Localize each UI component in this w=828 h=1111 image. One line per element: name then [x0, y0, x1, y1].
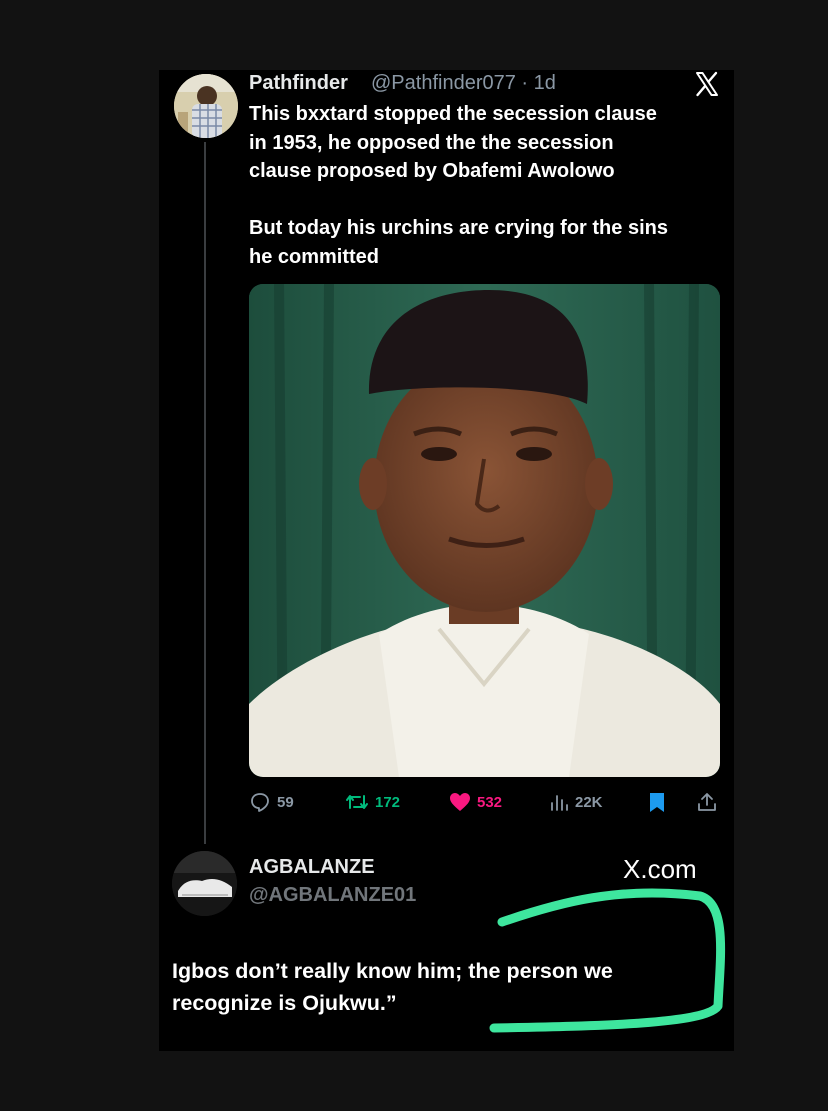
tweet-text-line: in 1953, he opposed the the secession — [249, 131, 614, 154]
reply-text: Igbos don’t really know him; the person … — [172, 955, 613, 1019]
author-handle-time[interactable]: @Pathfinder077 · 1d — [371, 72, 556, 95]
views-count: 22K — [575, 793, 603, 811]
share-button[interactable] — [696, 790, 718, 814]
tweet-text-line: clause proposed by Obafemi Awolowo — [249, 160, 615, 182]
reply-text-line: Igbos don’t really know him; the person … — [172, 959, 613, 983]
reply-button[interactable]: 59 — [249, 790, 294, 814]
views-icon — [551, 795, 568, 811]
repost-button[interactable]: 172 — [345, 790, 400, 814]
source-watermark: X.com — [623, 854, 697, 884]
author-name[interactable]: Pathfinder — [249, 72, 348, 95]
reply-count: 59 — [277, 793, 294, 811]
tweet-text-line: But today his urchins are crying for the… — [249, 217, 668, 239]
bookmark-button[interactable] — [648, 790, 666, 814]
reply-icon — [251, 793, 269, 812]
x-logo-icon — [696, 71, 718, 97]
reply-author-handle[interactable]: @AGBALANZE01 — [249, 884, 416, 907]
thread-connector-line — [204, 142, 206, 844]
like-icon — [450, 793, 470, 811]
repost-icon — [346, 795, 368, 809]
tweet-text-line: This bxxtard stopped the secession claus… — [249, 103, 657, 125]
reply-text-line: recognize is Ojukwu.” — [172, 991, 397, 1015]
bookmark-icon — [650, 793, 664, 812]
repost-count: 172 — [375, 793, 401, 811]
views-button[interactable]: 22K — [549, 790, 603, 814]
tweet-text: This bxxtard stopped the secession claus… — [249, 100, 719, 271]
like-button[interactable]: 532 — [449, 790, 502, 814]
author-avatar[interactable] — [174, 74, 238, 138]
tweet-text-line: he committed — [249, 245, 380, 268]
reply-author-avatar[interactable] — [172, 851, 237, 916]
tweet-photo[interactable] — [249, 284, 720, 777]
share-icon — [698, 793, 716, 811]
tweet-text-line — [249, 186, 719, 215]
reply-author-name[interactable]: AGBALANZE — [249, 856, 375, 879]
like-count: 532 — [477, 793, 503, 811]
